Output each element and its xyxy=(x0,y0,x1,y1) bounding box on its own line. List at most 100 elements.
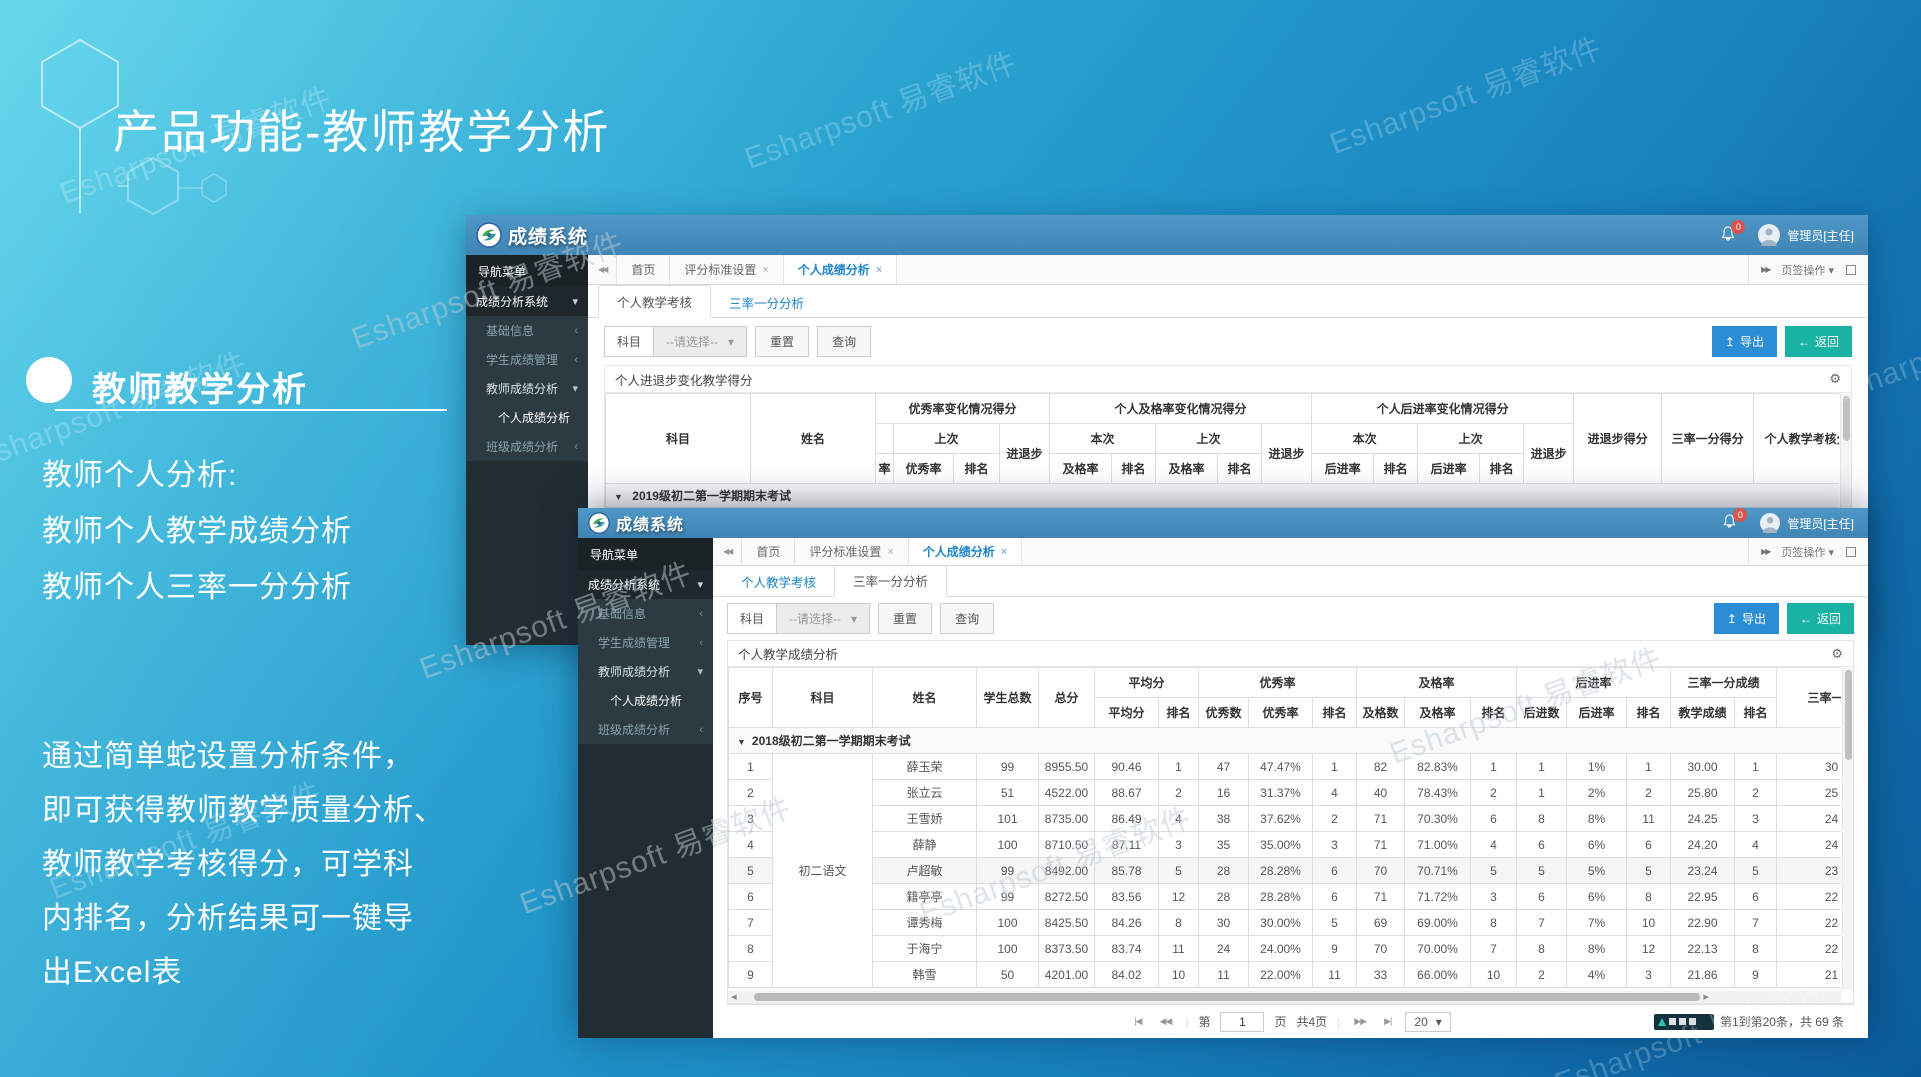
cell: 101 xyxy=(977,806,1039,832)
subtab-three-rates-analysis[interactable]: 三率一分分析 xyxy=(834,564,947,597)
cell: 韩雪 xyxy=(873,962,977,988)
sidebar-item[interactable]: 教师成绩分析▾ xyxy=(466,374,588,403)
next-page-button[interactable]: ▶▶ xyxy=(1350,1016,1370,1027)
sidebar-item[interactable]: 班级成绩分析‹ xyxy=(578,715,713,744)
tab-operations-dropdown[interactable]: 页签操作 ▾ xyxy=(1781,262,1834,278)
cell: 1 xyxy=(1313,754,1357,780)
horizontal-scrollbar[interactable]: ◀ ▶ xyxy=(728,991,1841,1003)
cell: 71 xyxy=(1357,884,1405,910)
cell: 69.00% xyxy=(1405,910,1471,936)
tab-home[interactable]: 首页 xyxy=(742,538,795,565)
fullscreen-icon[interactable] xyxy=(1846,265,1856,275)
scroll-right-icon[interactable]: ▶ xyxy=(1700,993,1712,1001)
table-row[interactable]: 6籍亭亭998272.5083.56122828.28%67171.72%366… xyxy=(729,884,1842,910)
vertical-scrollbar[interactable] xyxy=(1842,668,1853,990)
page-title: 产品功能-教师教学分析 xyxy=(113,96,610,162)
collapse-icon[interactable]: ▼ xyxy=(614,492,623,502)
scrollbar-thumb[interactable] xyxy=(1843,396,1850,441)
table-row[interactable]: 2张立云514522.0088.6721631.37%44078.43%212%… xyxy=(729,780,1842,806)
reset-button[interactable]: 重置 xyxy=(755,326,809,357)
back-button[interactable]: ←返回 xyxy=(1785,326,1852,357)
first-page-button[interactable]: |◀ xyxy=(1130,1016,1145,1027)
panel-settings-icon[interactable]: ⚙ xyxy=(1829,371,1841,387)
column-header: 后进率 xyxy=(1418,454,1480,484)
last-page-button[interactable]: ▶| xyxy=(1380,1016,1395,1027)
table-row[interactable]: 4薛静1008710.5087.1133535.00%37171.00%466%… xyxy=(729,832,1842,858)
column-header: 教学成绩 xyxy=(1671,698,1735,728)
sidebar-item[interactable]: 基础信息‹ xyxy=(466,316,588,345)
close-tab-icon[interactable]: × xyxy=(762,264,768,276)
cell: 22.13 xyxy=(1671,936,1735,962)
fullscreen-icon[interactable] xyxy=(1846,547,1856,557)
query-button[interactable]: 查询 xyxy=(940,603,994,634)
sidebar-item[interactable]: 教师成绩分析▾ xyxy=(578,657,713,686)
tab-personal-score-analysis[interactable]: 个人成绩分析× xyxy=(784,255,897,284)
export-button[interactable]: ↥导出 xyxy=(1712,326,1777,357)
sidebar-item[interactable]: 成绩分析系统▾ xyxy=(466,287,588,316)
brand-emblem-icon xyxy=(588,512,610,534)
exam-group-row[interactable]: ▼2018级初二第一学期期末考试 xyxy=(729,728,1842,754)
cell: 1 xyxy=(1471,754,1517,780)
table-row[interactable]: 3王雪娇1018735.0086.4943837.62%27170.30%688… xyxy=(729,806,1842,832)
user-menu[interactable]: 管理员[主任] xyxy=(1760,513,1854,533)
table-row[interactable]: 7谭秀梅1008425.5084.2683030.00%56969.00%877… xyxy=(729,910,1842,936)
page-number-input[interactable] xyxy=(1220,1012,1264,1032)
sidebar-item[interactable]: 个人成绩分析 xyxy=(466,403,588,432)
table-row[interactable]: 5卢超敏998492.0085.7852828.28%67070.71%555%… xyxy=(729,858,1842,884)
subject-select[interactable]: --请选择--▾ xyxy=(653,326,747,357)
cell: 6 xyxy=(1627,832,1671,858)
tab-bar: ◀◀ 首页 评分标准设置× 个人成绩分析× ▶▶ 页签操作 ▾ xyxy=(713,538,1868,566)
close-tab-icon[interactable]: × xyxy=(887,546,893,558)
scroll-tabs-right-icon[interactable]: ▶▶ xyxy=(1761,265,1769,274)
column-header: 优秀率 xyxy=(894,454,954,484)
cell: 24 xyxy=(1199,936,1249,962)
scroll-tabs-left-icon[interactable]: ◀◀ xyxy=(588,255,617,284)
tab-operations-dropdown[interactable]: 页签操作 ▾ xyxy=(1781,544,1834,560)
user-menu[interactable]: 管理员[主任] xyxy=(1758,224,1854,246)
export-button[interactable]: ↥导出 xyxy=(1714,603,1779,634)
cell: 28 xyxy=(1199,858,1249,884)
cell: 3 xyxy=(729,806,773,832)
subtab-personal-teaching-assessment[interactable]: 个人教学考核 xyxy=(598,285,711,318)
panel-settings-icon[interactable]: ⚙ xyxy=(1831,646,1843,662)
sidebar-item[interactable]: 班级成绩分析‹ xyxy=(466,432,588,461)
sidebar-item[interactable]: 个人成绩分析 xyxy=(578,686,713,715)
cell: 卢超敏 xyxy=(873,858,977,884)
query-button[interactable]: 查询 xyxy=(817,326,871,357)
back-button[interactable]: ←返回 xyxy=(1787,603,1854,634)
subtab-three-rates-analysis[interactable]: 三率一分分析 xyxy=(711,287,822,318)
scroll-tabs-right-icon[interactable]: ▶▶ xyxy=(1761,547,1769,556)
subject-select[interactable]: --请选择--▾ xyxy=(776,603,870,634)
cell: 99 xyxy=(977,754,1039,780)
collapse-icon[interactable]: ▼ xyxy=(737,737,746,747)
scroll-tabs-left-icon[interactable]: ◀◀ xyxy=(713,538,742,565)
exam-group-row[interactable]: ▼ 2019级初二第一学期期末考试 xyxy=(606,484,1840,508)
close-tab-icon[interactable]: × xyxy=(876,264,882,276)
subtab-personal-teaching-assessment[interactable]: 个人教学考核 xyxy=(723,566,834,597)
close-tab-icon[interactable]: × xyxy=(1001,546,1007,558)
table-row[interactable]: 8于海宁1008373.5083.74112424.00%97070.00%78… xyxy=(729,936,1842,962)
table-row[interactable]: 9韩雪504201.0084.02101122.00%113366.00%102… xyxy=(729,962,1842,988)
tab-personal-score-analysis[interactable]: 个人成绩分析× xyxy=(909,538,1022,565)
scrollbar-thumb[interactable] xyxy=(754,993,1700,1001)
sidebar-item[interactable]: 学生成绩管理‹ xyxy=(578,628,713,657)
table-row[interactable]: 1初二语文薛玉荣998955.5090.4614747.47%18282.83%… xyxy=(729,754,1842,780)
cell: 于海宁 xyxy=(873,936,977,962)
tab-scoring-standard[interactable]: 评分标准设置× xyxy=(795,538,908,565)
cell: 31.37% xyxy=(1249,780,1313,806)
notification-bell-icon[interactable]: 0 xyxy=(1722,514,1740,532)
reset-button[interactable]: 重置 xyxy=(878,603,932,634)
sidebar-item[interactable]: 成绩分析系统▾ xyxy=(578,570,713,599)
tab-scoring-standard[interactable]: 评分标准设置× xyxy=(670,255,783,284)
tab-home[interactable]: 首页 xyxy=(617,255,670,284)
sidebar-item[interactable]: 学生成绩管理‹ xyxy=(466,345,588,374)
scroll-left-icon[interactable]: ◀ xyxy=(728,993,740,1001)
page-size-select[interactable]: 20▾ xyxy=(1405,1012,1450,1032)
prev-page-button[interactable]: ◀◀ xyxy=(1155,1016,1175,1027)
cell: 3 xyxy=(1627,962,1671,988)
sidebar-item[interactable]: 基础信息‹ xyxy=(578,599,713,628)
cell: 2 xyxy=(1159,780,1199,806)
avatar xyxy=(1758,224,1780,246)
scrollbar-thumb[interactable] xyxy=(1845,670,1852,760)
notification-bell-icon[interactable]: 0 xyxy=(1720,226,1738,244)
